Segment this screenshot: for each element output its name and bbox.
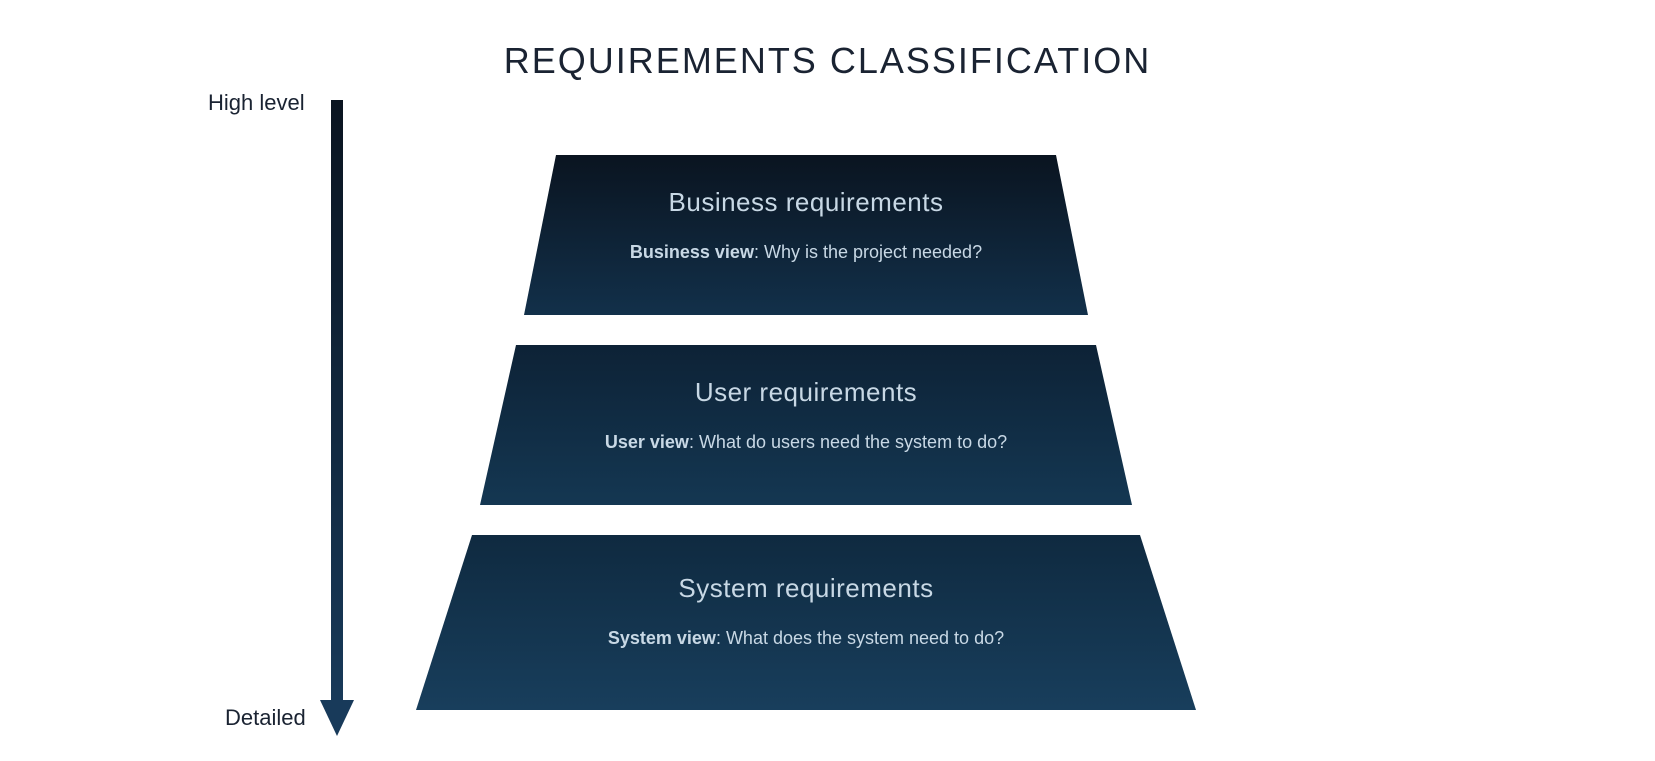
axis-label-high-level: High level <box>208 90 305 116</box>
diagram-title: REQUIREMENTS CLASSIFICATION <box>0 40 1655 82</box>
arrow-shaft-icon <box>331 100 343 710</box>
axis-label-detailed: Detailed <box>225 705 306 731</box>
arrow-head-icon <box>320 700 354 736</box>
pyramid-diagram: Business requirements Business view: Why… <box>396 155 1216 715</box>
vertical-arrow <box>324 100 350 740</box>
